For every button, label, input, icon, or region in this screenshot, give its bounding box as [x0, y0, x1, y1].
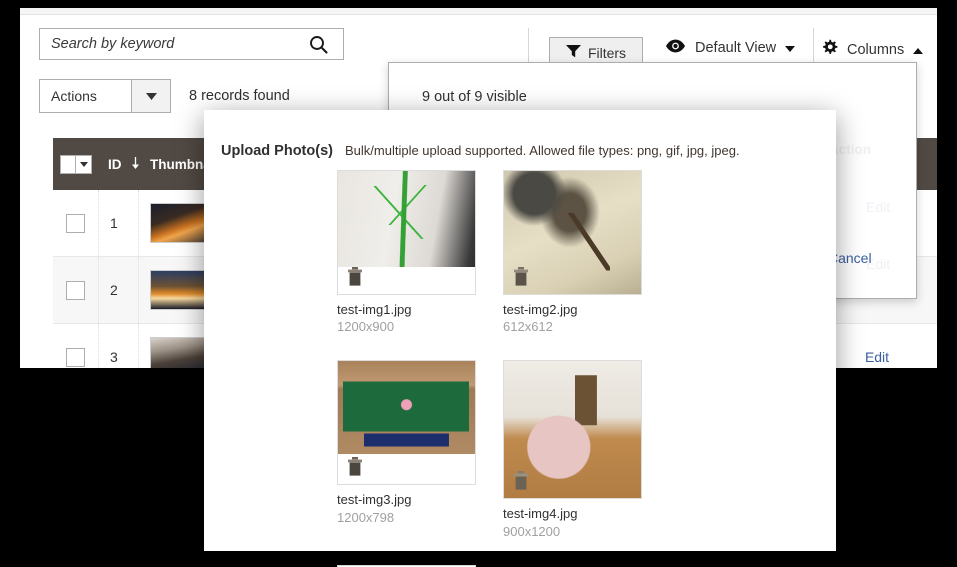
filters-button-label: Filters — [587, 44, 627, 61]
column-header-id[interactable]: ID — [99, 138, 139, 190]
page-top-divider — [20, 8, 937, 15]
chevron-down-icon[interactable] — [785, 40, 796, 56]
select-all-checkbox[interactable] — [61, 156, 75, 173]
screenshot-stage: Actions 8 records found Filters — [0, 0, 957, 567]
file-name: test-img1.jpg — [337, 302, 412, 317]
trash-icon[interactable] — [513, 267, 529, 286]
chevron-down-icon[interactable] — [132, 79, 171, 113]
columns-control[interactable]: Columns — [821, 39, 924, 60]
columns-label: Columns — [847, 41, 905, 58]
file-dimensions: 900x1200 — [503, 523, 561, 539]
search-icon[interactable] — [305, 35, 331, 54]
row-id-cell: 2 — [99, 257, 139, 323]
row-select-cell[interactable] — [53, 190, 99, 256]
file-name: test-img3.jpg — [337, 492, 412, 508]
file-dimensions: 1200x798 — [337, 509, 395, 525]
records-found-label: 8 records found — [189, 88, 290, 104]
file-preview-frame[interactable] — [337, 170, 476, 295]
list-item: test-img3.jpg 1200x798 — [337, 360, 503, 540]
funnel-icon — [565, 44, 581, 61]
row-checkbox[interactable] — [66, 213, 85, 233]
list-item: test-img2.jpg 612x612 — [503, 170, 669, 336]
trash-icon[interactable] — [513, 471, 529, 491]
file-dimensions: 612x612 — [503, 319, 553, 335]
row-id-cell: 3 — [99, 324, 139, 368]
edit-link[interactable]: Edit — [865, 349, 889, 365]
row-select-cell[interactable] — [53, 257, 99, 323]
file-preview-overlay — [338, 361, 475, 455]
default-view-label: Default View — [695, 40, 777, 56]
column-header-id-label: ID — [108, 156, 122, 172]
row-id-cell: 1 — [99, 190, 139, 256]
default-view-control[interactable]: Default View — [665, 39, 796, 57]
eye-icon — [665, 39, 686, 57]
trash-icon[interactable] — [347, 267, 363, 286]
file-preview-frame[interactable] — [503, 170, 642, 295]
chevron-up-icon[interactable] — [913, 42, 924, 58]
columns-visible-count: 9 out of 9 visible — [422, 89, 527, 105]
trash-icon[interactable] — [347, 457, 363, 477]
upload-photos-modal: Upload Photo(s) Bulk/multiple upload sup… — [204, 110, 836, 567]
chevron-down-icon[interactable] — [75, 155, 91, 173]
actions-dropdown[interactable]: Actions — [39, 79, 171, 113]
row-select-cell[interactable] — [53, 324, 99, 368]
list-item: test-img4.jpg 900x1200 — [503, 360, 669, 540]
file-name: test-img2.jpg — [503, 302, 578, 317]
row-checkbox[interactable] — [66, 280, 85, 300]
file-preview-overlay — [338, 171, 475, 267]
actions-button-label[interactable]: Actions — [39, 79, 132, 113]
gear-icon — [821, 39, 838, 60]
background-edit-link-1[interactable]: Edit — [866, 199, 890, 215]
search-box[interactable] — [39, 28, 344, 60]
list-item: test-img1.jpg 1200x900 — [337, 170, 503, 336]
row-checkbox[interactable] — [66, 347, 85, 367]
file-preview-frame[interactable] — [503, 360, 642, 500]
modal-hint-text: Bulk/multiple upload supported. Allowed … — [345, 143, 740, 158]
modal-title: Upload Photo(s) — [221, 143, 333, 159]
file-uploader-list: test-img1.jpg 1200x900 test-img2.jpg 612… — [337, 170, 817, 567]
file-name: test-img4.jpg — [503, 506, 578, 522]
select-all-dropdown[interactable] — [53, 138, 99, 190]
file-dimensions: 1200x900 — [337, 319, 395, 335]
search-input[interactable] — [40, 35, 305, 53]
file-preview-frame[interactable] — [337, 360, 476, 486]
